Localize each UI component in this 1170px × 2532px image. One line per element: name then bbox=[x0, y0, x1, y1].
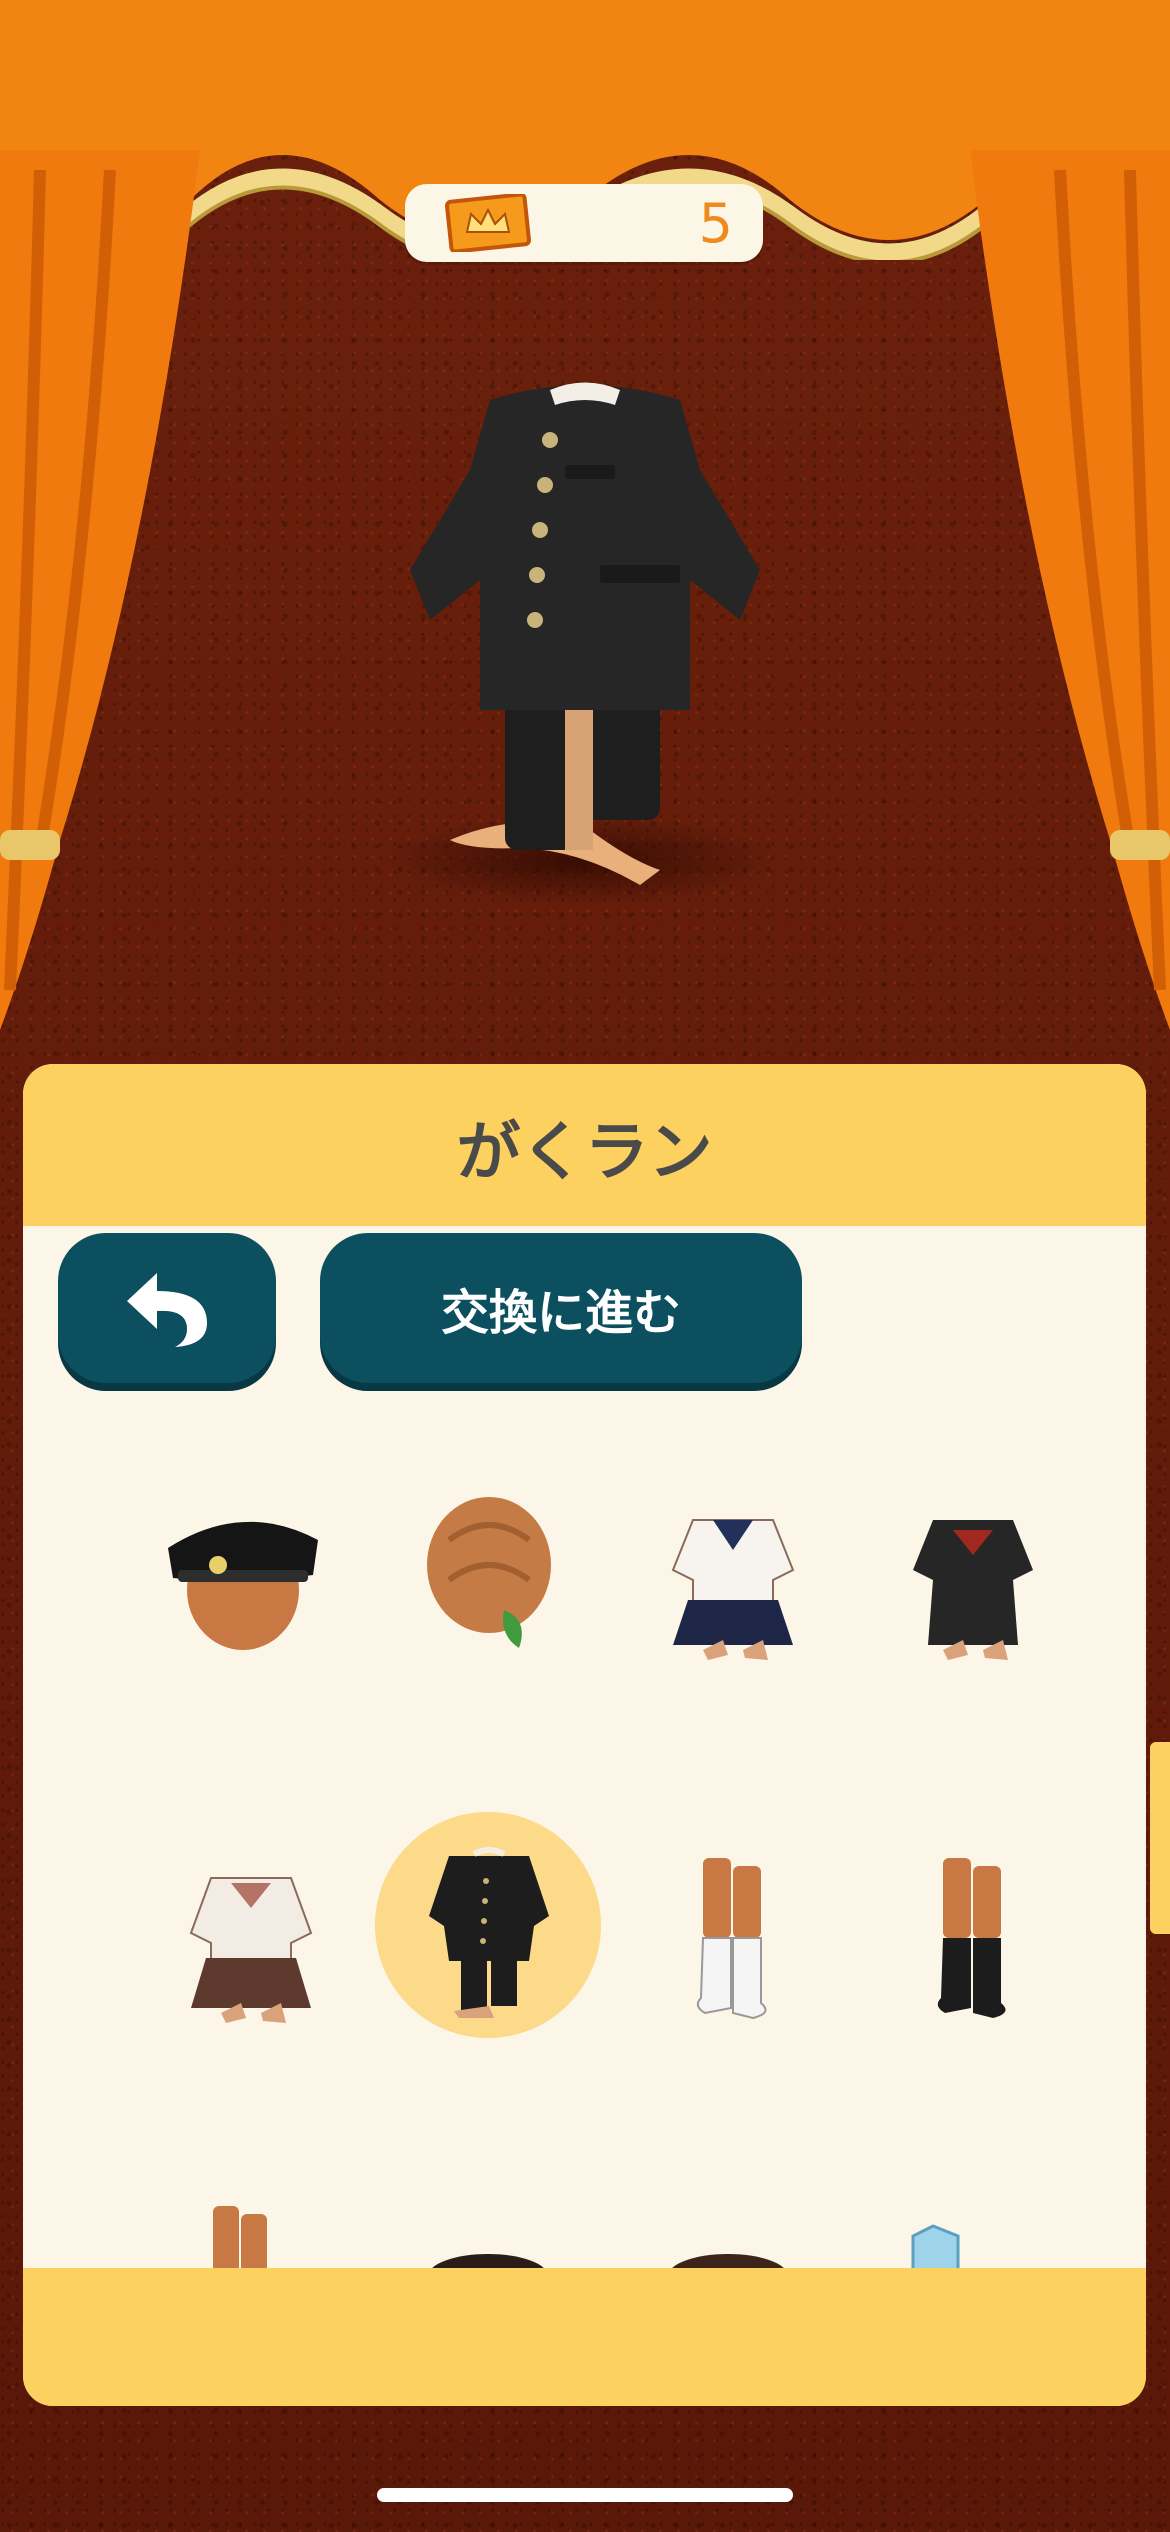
white-socks-icon bbox=[696, 1858, 767, 2020]
item-partial-3[interactable] bbox=[648, 2236, 848, 2268]
item-partial-2[interactable] bbox=[408, 2236, 608, 2268]
curtain-left bbox=[0, 150, 200, 1030]
sailor-uniform-black-icon bbox=[913, 1520, 1033, 1660]
item-partial-1[interactable] bbox=[193, 2196, 393, 2268]
item-sailor-black[interactable] bbox=[873, 1470, 1073, 1670]
item-school-cap[interactable] bbox=[143, 1470, 343, 1670]
item-gakuran[interactable] bbox=[375, 1812, 601, 2038]
sailor-uniform-brown-icon bbox=[189, 1877, 313, 2023]
item-black-socks[interactable] bbox=[873, 1838, 1073, 2038]
hair-bun-icon bbox=[427, 1497, 551, 1648]
item-partial-1-icon bbox=[213, 2206, 267, 2268]
back-button[interactable] bbox=[58, 1233, 276, 1383]
sailor-uniform-white-icon bbox=[671, 1519, 795, 1660]
item-hair-bun[interactable] bbox=[389, 1470, 589, 1670]
proceed-button-shape: 交換に進む bbox=[320, 1233, 802, 1383]
curtain-right bbox=[970, 150, 1170, 1030]
item-white-socks[interactable] bbox=[633, 1838, 833, 2038]
scrollbar-handle[interactable] bbox=[1150, 1742, 1170, 1934]
bottom-bar bbox=[23, 2268, 1146, 2406]
black-socks-icon bbox=[937, 1858, 1006, 2018]
ticket-count: 5 bbox=[698, 192, 733, 255]
item-partial-2-icon bbox=[432, 2254, 544, 2268]
item-sailor-brown[interactable] bbox=[151, 1838, 351, 2038]
item-partial-3-icon bbox=[672, 2254, 784, 2268]
ticket-counter: 5 bbox=[405, 184, 763, 262]
item-sailor-white[interactable] bbox=[633, 1470, 833, 1670]
proceed-button-label: 交換に進む bbox=[440, 1285, 681, 1341]
ticket-crown-icon bbox=[445, 194, 531, 252]
back-button-shape bbox=[58, 1233, 276, 1383]
item-partial-4[interactable] bbox=[898, 2216, 1098, 2268]
item-partial-4-icon bbox=[911, 2224, 960, 2268]
gakuran-icon bbox=[429, 1847, 549, 2018]
home-indicator[interactable] bbox=[377, 2488, 793, 2502]
proceed-to-exchange-button[interactable]: 交換に進む bbox=[320, 1233, 802, 1383]
mannequin-gakuran-icon bbox=[410, 382, 760, 885]
undo-arrow-icon bbox=[127, 1273, 207, 1347]
school-cap-icon bbox=[168, 1521, 318, 1650]
panel-title: がくラン bbox=[456, 1116, 713, 1190]
